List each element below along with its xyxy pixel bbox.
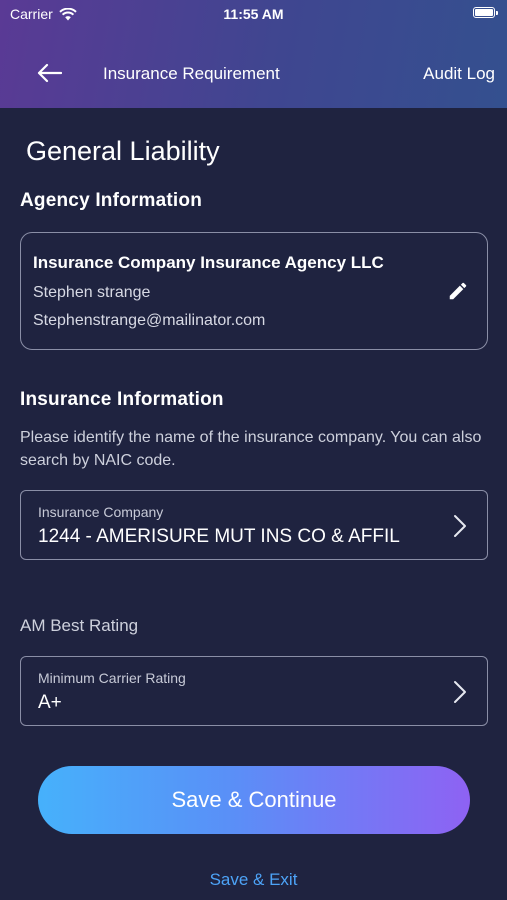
status-time: 11:55 AM xyxy=(223,6,284,22)
minimum-carrier-rating-select[interactable]: Minimum Carrier Rating A+ xyxy=(20,656,488,726)
audit-log-button[interactable]: Audit Log xyxy=(423,64,495,84)
agency-name: Insurance Company Insurance Agency LLC xyxy=(33,253,384,272)
agency-contact-name: Stephen strange xyxy=(33,284,151,301)
back-arrow-icon xyxy=(37,63,62,83)
am-best-rating-label: AM Best Rating xyxy=(20,616,139,635)
save-continue-button[interactable]: Save & Continue xyxy=(38,766,470,834)
agency-email: Stephenstrange@mailinator.com xyxy=(33,312,266,329)
back-button[interactable] xyxy=(34,60,64,86)
chevron-right-icon xyxy=(454,681,466,703)
agency-section-title: Agency Information xyxy=(20,190,203,211)
save-exit-link[interactable]: Save & Exit xyxy=(0,870,507,890)
insurance-section-title: Insurance Information xyxy=(20,389,224,410)
insurance-company-label: Insurance Company xyxy=(38,504,164,520)
edit-pencil-icon xyxy=(449,282,467,300)
page-title: General Liability xyxy=(26,136,220,166)
agency-card[interactable]: Insurance Company Insurance Agency LLC S… xyxy=(20,232,488,350)
chevron-right-icon xyxy=(454,515,466,537)
insurance-company-select[interactable]: Insurance Company 1244 - AMERISURE MUT I… xyxy=(20,490,488,560)
status-bar: Carrier 11:55 AM xyxy=(0,0,507,28)
edit-agency-button[interactable] xyxy=(447,280,469,302)
minimum-carrier-rating-label: Minimum Carrier Rating xyxy=(38,670,186,686)
minimum-carrier-rating-value: A+ xyxy=(38,692,62,713)
battery-icon xyxy=(473,7,498,18)
app-header: Carrier 11:55 AM Insurance Requirement A… xyxy=(0,0,507,108)
insurance-help-text: Please identify the name of the insuranc… xyxy=(20,429,482,469)
nav-title: Insurance Requirement xyxy=(103,64,280,83)
navigation-bar: Insurance Requirement Audit Log xyxy=(0,50,507,96)
insurance-company-value: 1244 - AMERISURE MUT INS CO & AFFIL xyxy=(38,526,400,547)
